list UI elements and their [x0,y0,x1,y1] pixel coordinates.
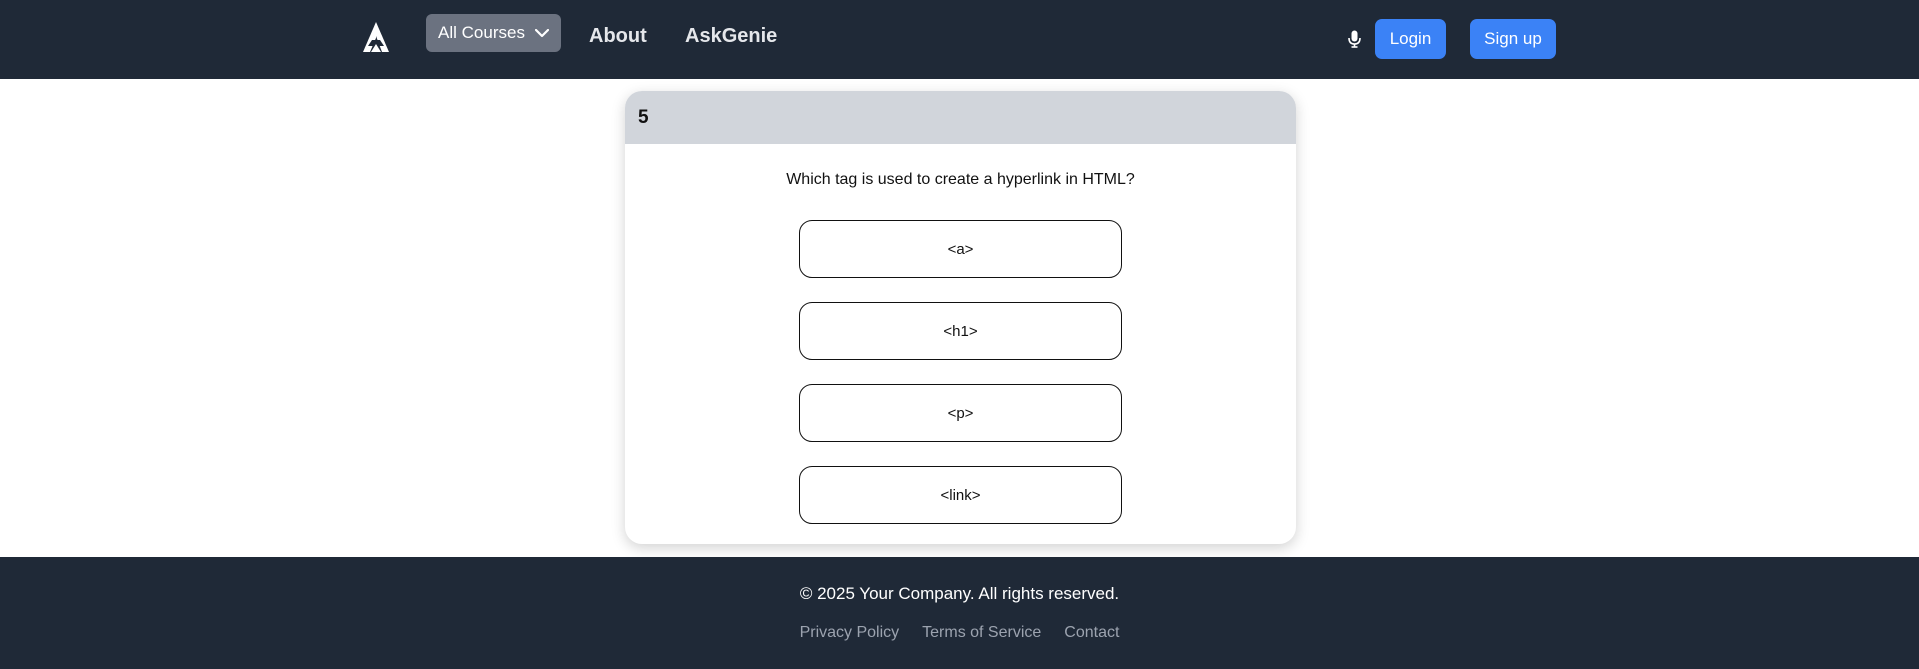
nav-askgenie-link[interactable]: AskGenie [685,24,777,48]
chevron-down-icon [534,28,549,37]
answer-option[interactable]: <link> [799,466,1122,524]
microphone-icon[interactable] [1348,30,1361,48]
nav-about-link[interactable]: About [589,24,647,48]
answer-option[interactable]: <a> [799,220,1122,278]
top-navbar: All Courses About AskGenie Login Sign up [0,0,1919,79]
question-text: Which tag is used to create a hyperlink … [786,171,1135,188]
contact-link[interactable]: Contact [1064,624,1119,642]
answer-option[interactable]: <h1> [799,302,1122,360]
signup-button[interactable]: Sign up [1470,19,1556,59]
terms-of-service-link[interactable]: Terms of Service [922,624,1041,642]
footer-links: Privacy Policy Terms of Service Contact [0,624,1919,642]
page-footer: © 2025 Your Company. All rights reserved… [0,557,1919,669]
all-courses-label: All Courses [438,23,525,42]
triangle-logo-icon[interactable] [359,20,393,54]
all-courses-dropdown[interactable]: All Courses [426,14,561,52]
quiz-card-header: 5 [625,91,1296,144]
question-number: 5 [638,106,649,128]
privacy-policy-link[interactable]: Privacy Policy [800,624,900,642]
copyright-text: © 2025 Your Company. All rights reserved… [799,584,1120,603]
login-button[interactable]: Login [1375,19,1446,59]
answer-option[interactable]: <p> [799,384,1122,442]
quiz-card: 5 Which tag is used to create a hyperlin… [625,91,1296,544]
